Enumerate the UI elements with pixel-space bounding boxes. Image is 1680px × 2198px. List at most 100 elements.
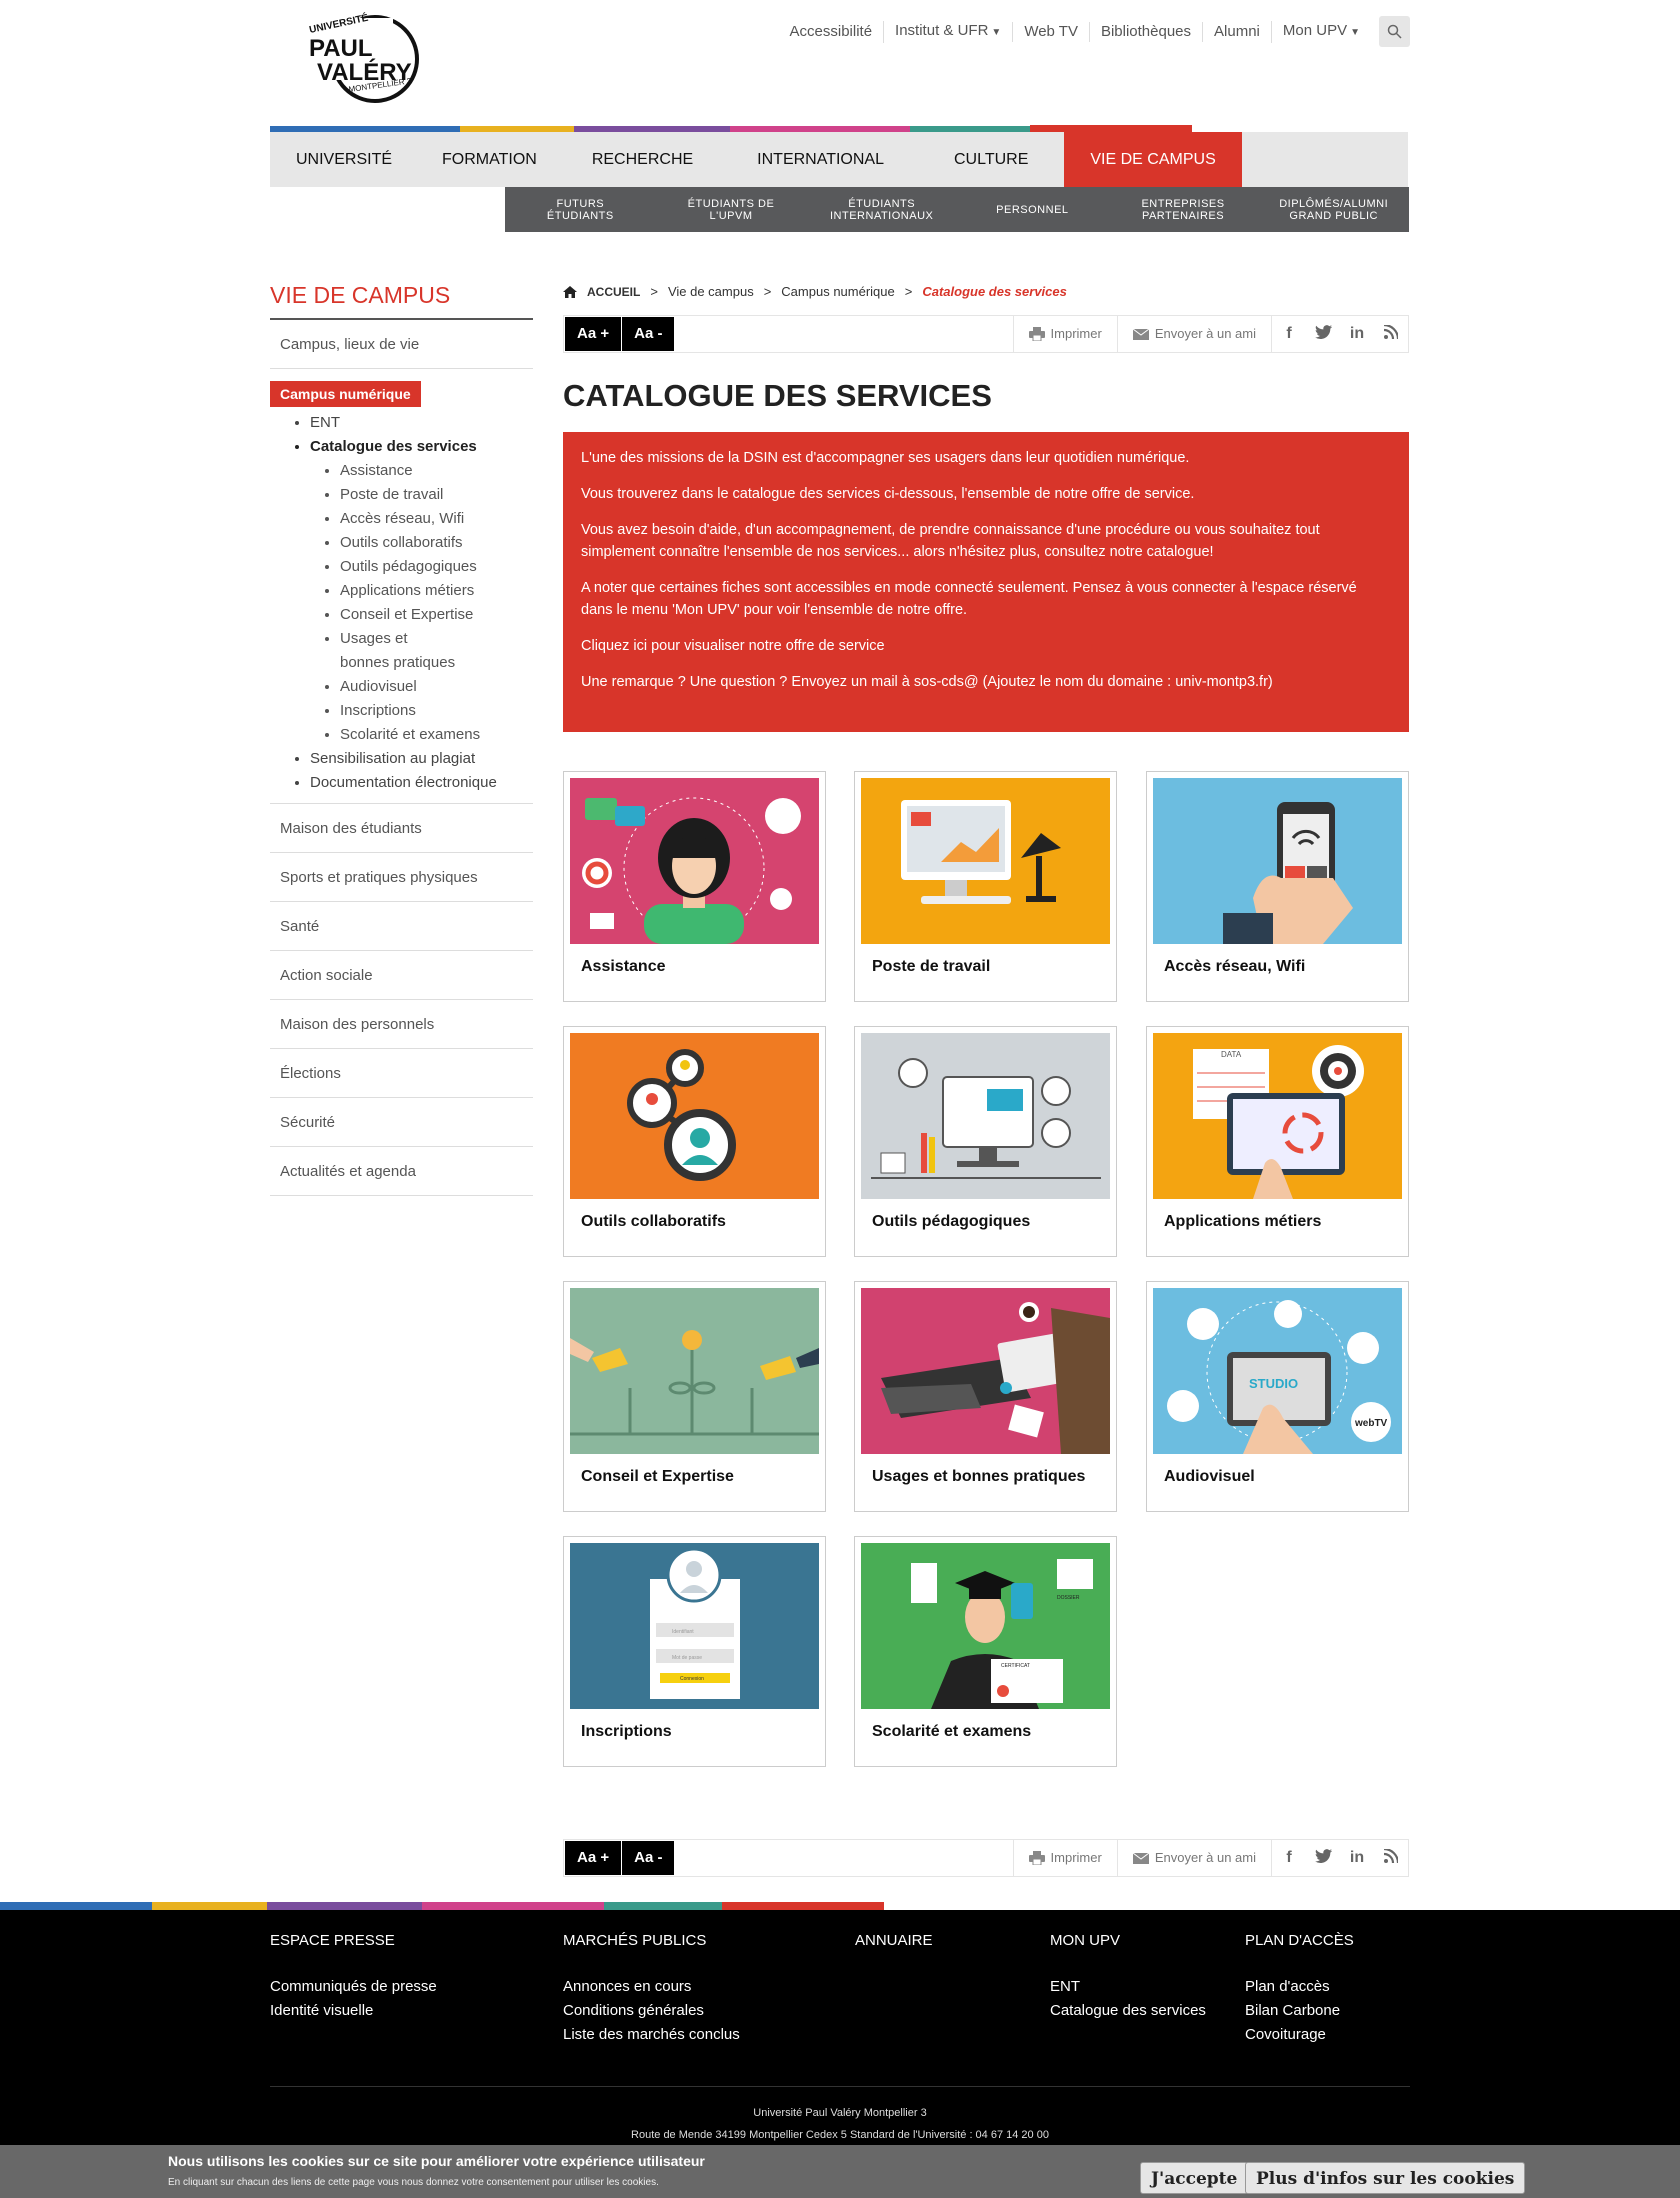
cookie-accept-button[interactable]: J'accepte (1140, 2162, 1249, 2194)
font-increase-button[interactable]: Aa + (565, 317, 622, 351)
breadcrumb-home[interactable]: ACCUEIL (587, 285, 640, 299)
nav-international[interactable]: International (723, 132, 918, 187)
sidebar-item[interactable]: Maison des étudiants (270, 804, 533, 853)
sidebar-sub-documentation[interactable]: Documentation électronique (310, 771, 533, 795)
link-bibliotheques[interactable]: Bibliothèques (1088, 21, 1202, 42)
subnav-etudiants-upvm[interactable]: Étudiants de l'UPVM (656, 187, 807, 232)
twitter-icon[interactable] (1306, 1848, 1340, 1868)
sidebar-subsub-item[interactable]: Assistance (340, 459, 533, 483)
sidebar-sub-ent[interactable]: ENT (310, 411, 533, 435)
cookie-more-info-button[interactable]: Plus d'infos sur les cookies (1245, 2162, 1526, 2194)
service-card-label: Audiovisuel (1164, 1468, 1255, 1485)
pedagogy-illustration (861, 1033, 1110, 1199)
print-button[interactable]: Imprimer (1012, 1840, 1117, 1876)
nav-formation[interactable]: Formation (418, 132, 562, 187)
footer-link[interactable]: Plan d'accès (1245, 1975, 1354, 1999)
footer-link[interactable]: Identité visuelle (270, 1999, 437, 2023)
sidebar-item[interactable]: Action sociale (270, 951, 533, 1000)
service-card-acces-reseau[interactable]: Accès réseau, Wifi (1146, 771, 1409, 1002)
footer-link[interactable]: Covoiturage (1245, 2023, 1354, 2047)
breadcrumb-vie-de-campus[interactable]: Vie de campus (668, 284, 754, 299)
footer-divider (270, 2086, 1410, 2087)
sidebar-item-campus[interactable]: Campus, lieux de vie (270, 320, 533, 369)
search-button[interactable] (1379, 16, 1410, 47)
sidebar-subsub-item[interactable]: Audiovisuel (340, 675, 533, 699)
nav-universite[interactable]: Université (270, 132, 418, 187)
footer-heading[interactable]: Annuaire (855, 1932, 933, 1949)
sidebar-item[interactable]: Élections (270, 1049, 533, 1098)
sidebar-subsub-item[interactable]: Applications métiers (340, 579, 533, 603)
service-card-usages[interactable]: Usages et bonnes pratiques (854, 1281, 1117, 1512)
twitter-icon[interactable] (1306, 324, 1340, 344)
intro-link-offre[interactable]: Cliquez ici pour visualiser notre offre … (581, 635, 1391, 657)
breadcrumb-campus-numerique[interactable]: Campus numérique (781, 284, 894, 299)
font-decrease-button[interactable]: Aa - (622, 1841, 675, 1875)
service-card-poste-de-travail[interactable]: Poste de travail (854, 771, 1117, 1002)
print-button[interactable]: Imprimer (1012, 316, 1117, 352)
link-institut-ufr[interactable]: Institut & UFR ▼ (883, 20, 1012, 43)
linkedin-icon[interactable]: in (1340, 325, 1374, 343)
nav-culture[interactable]: Culture (918, 132, 1064, 187)
footer-link[interactable]: Liste des marchés conclus (563, 2023, 740, 2047)
subnav-futurs-etudiants[interactable]: Futurs étudiants (505, 187, 656, 232)
sidebar-subsub-item[interactable]: Poste de travail (340, 483, 533, 507)
footer-heading[interactable]: Espace presse (270, 1932, 437, 1949)
footer-heading[interactable]: Mon UPV (1050, 1932, 1206, 1949)
footer-link[interactable]: ENT (1050, 1975, 1206, 1999)
footer-link[interactable]: Conditions générales (563, 1999, 740, 2023)
footer-link[interactable]: Annonces en cours (563, 1975, 740, 1999)
service-card-audiovisuel[interactable]: STUDIO webTV Audiovisuel (1146, 1281, 1409, 1512)
sidebar-subsub-item[interactable]: Outils collaboratifs (340, 531, 533, 555)
subnav-personnel[interactable]: Personnel (957, 187, 1108, 232)
sidebar-item[interactable]: Sports et pratiques physiques (270, 853, 533, 902)
service-card-inscriptions[interactable]: Identifiant Mot de passe Connexion Inscr… (563, 1536, 826, 1767)
footer-link[interactable]: Bilan Carbone (1245, 1999, 1354, 2023)
service-card-conseil-expertise[interactable]: Conseil et Expertise (563, 1281, 826, 1512)
data-label: DATA (1221, 1050, 1242, 1059)
facebook-icon[interactable]: f (1272, 325, 1306, 343)
university-logo[interactable]: UNIVERSITÉ PAUL VALÉRY MONTPELLIER 3 (305, 12, 430, 104)
sidebar-subsub-item[interactable]: Conseil et Expertise (340, 603, 533, 627)
rss-icon[interactable] (1374, 323, 1408, 344)
linkedin-icon[interactable]: in (1340, 1849, 1374, 1867)
subnav-etudiants-internationaux[interactable]: Étudiants internationaux (806, 187, 957, 232)
font-decrease-button[interactable]: Aa - (622, 317, 675, 351)
footer-heading[interactable]: Plan d'accès (1245, 1932, 1354, 1949)
sidebar-sub-catalogue[interactable]: Catalogue des services Assistance Poste … (310, 435, 533, 747)
service-card-label: Usages et bonnes pratiques (872, 1468, 1086, 1485)
footer-heading[interactable]: Marchés publics (563, 1932, 740, 1949)
sidebar-subsub-item[interactable]: Usages et bonnes pratiques (340, 627, 460, 675)
service-card-assistance[interactable]: Assistance (563, 771, 826, 1002)
facebook-icon[interactable]: f (1272, 1849, 1306, 1867)
footer-link[interactable]: Catalogue des services (1050, 1999, 1206, 2023)
sidebar-item[interactable]: Santé (270, 902, 533, 951)
footer-color-bar-red (722, 1902, 884, 1910)
link-alumni[interactable]: Alumni (1202, 21, 1271, 42)
nav-vie-de-campus[interactable]: Vie de campus (1064, 132, 1242, 187)
link-webtv[interactable]: Web TV (1012, 21, 1089, 42)
sidebar-sub-plagiat[interactable]: Sensibilisation au plagiat (310, 747, 533, 771)
service-card-outils-pedagogiques[interactable]: Outils pédagogiques (854, 1026, 1117, 1257)
sidebar-subsub-item[interactable]: Accès réseau, Wifi (340, 507, 533, 531)
sidebar-subsub-item[interactable]: Inscriptions (340, 699, 533, 723)
link-accessibilite[interactable]: Accessibilité (779, 22, 884, 42)
font-increase-button[interactable]: Aa + (565, 1841, 622, 1875)
nav-recherche[interactable]: Recherche (562, 132, 723, 187)
sidebar-item[interactable]: Actualités et agenda (270, 1147, 533, 1196)
subnav-entreprises[interactable]: Entreprises partenaires (1108, 187, 1259, 232)
sidebar-item[interactable]: Maison des personnels (270, 1000, 533, 1049)
sidebar-item[interactable]: Sécurité (270, 1098, 533, 1147)
sidebar-item-campus-numerique[interactable]: Campus numérique (270, 381, 421, 407)
sidebar-subsub-item[interactable]: Scolarité et examens (340, 723, 533, 747)
subnav-diplomes[interactable]: Diplômés/Alumni Grand public (1258, 187, 1409, 232)
service-card-applications-metiers[interactable]: DATA Applications métiers (1146, 1026, 1409, 1257)
email-friend-button[interactable]: Envoyer à un ami (1116, 316, 1271, 352)
sidebar-subsub-item[interactable]: Outils pédagogiques (340, 555, 533, 579)
rss-icon[interactable] (1374, 1847, 1408, 1868)
email-friend-button[interactable]: Envoyer à un ami (1116, 1840, 1271, 1876)
link-mon-upv[interactable]: Mon UPV ▼ (1270, 20, 1371, 43)
service-card-scolarite[interactable]: DOSSIER CERTIFICAT Scolarité et examens (854, 1536, 1117, 1767)
footer-col-marches: Marchés publics Annonces en cours Condit… (563, 1932, 740, 2047)
service-card-outils-collaboratifs[interactable]: Outils collaboratifs (563, 1026, 826, 1257)
footer-link[interactable]: Communiqués de presse (270, 1975, 437, 1999)
